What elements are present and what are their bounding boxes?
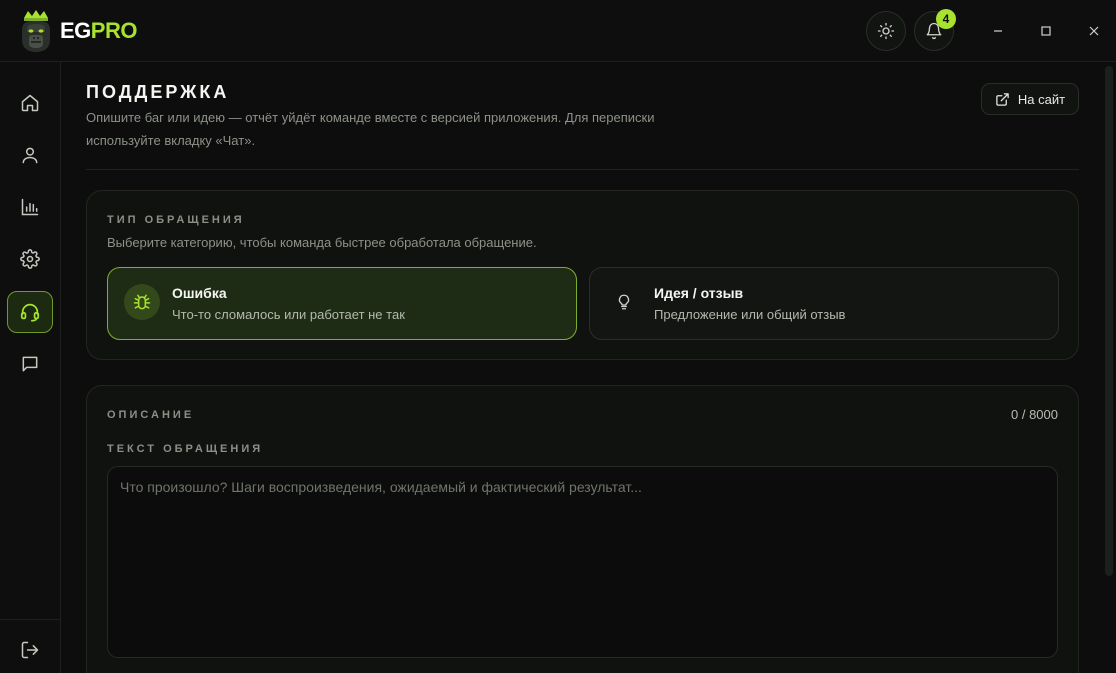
logout-button[interactable] bbox=[7, 629, 53, 671]
sidebar-item-stats[interactable] bbox=[7, 186, 53, 228]
lightbulb-icon bbox=[606, 284, 642, 320]
sidebar-item-chat[interactable] bbox=[7, 343, 53, 385]
description-card: ОПИСАНИЕ 0 / 8000 ТЕКСТ ОБРАЩЕНИЯ bbox=[86, 385, 1079, 673]
main-content: ПОДДЕРЖКА Опишите баг или идею — отчёт у… bbox=[62, 62, 1102, 673]
external-link-icon bbox=[996, 92, 1009, 106]
sidebar-nav bbox=[0, 62, 61, 673]
request-text-label: ТЕКСТ ОБРАЩЕНИЯ bbox=[107, 443, 264, 455]
minimize-icon bbox=[994, 30, 1002, 32]
open-site-label: На сайт bbox=[1017, 91, 1066, 107]
home-icon bbox=[21, 94, 39, 112]
close-icon bbox=[1089, 26, 1099, 36]
app-logo-text: EGPRO bbox=[60, 18, 137, 44]
description-label: ОПИСАНИЕ bbox=[107, 409, 195, 421]
logo-text-pro: PRO bbox=[90, 18, 138, 43]
page-subtitle: Опишите баг или идею — отчёт уйдёт коман… bbox=[86, 110, 655, 148]
sidebar-item-settings[interactable] bbox=[7, 238, 53, 280]
logo-text-eg: EG bbox=[60, 18, 91, 43]
gear-icon bbox=[20, 249, 40, 269]
request-text-input[interactable] bbox=[107, 466, 1058, 658]
headset-icon bbox=[20, 303, 40, 322]
sidebar-divider bbox=[0, 619, 60, 620]
notifications-count-badge: 4 bbox=[936, 9, 956, 29]
request-type-hint: Выберите категорию, чтобы команда быстре… bbox=[107, 235, 537, 250]
char-counter: 0 / 8000 bbox=[1011, 407, 1058, 422]
request-type-card: ТИП ОБРАЩЕНИЯ Выберите категорию, чтобы … bbox=[86, 190, 1079, 360]
notifications-button[interactable]: 4 bbox=[914, 9, 956, 51]
maximize-icon bbox=[1041, 26, 1051, 36]
page-title: ПОДДЕРЖКА bbox=[86, 82, 230, 102]
type-option-idea[interactable]: Идея / отзыв Предложение или общий отзыв bbox=[589, 267, 1059, 340]
sidebar-item-profile[interactable] bbox=[7, 134, 53, 176]
user-icon bbox=[22, 147, 38, 164]
app-window: EGPRO 4 ПОДДЕРЖКА Опишите баг или идею —… bbox=[0, 0, 1116, 673]
main-scrollbar[interactable] bbox=[1105, 66, 1113, 576]
sidebar-item-home[interactable] bbox=[7, 82, 53, 124]
chat-icon bbox=[22, 356, 38, 372]
title-bar: EGPRO 4 bbox=[0, 0, 1116, 62]
sun-icon bbox=[877, 22, 895, 40]
minimize-button[interactable] bbox=[989, 22, 1007, 40]
type-option-title: Идея / отзыв bbox=[654, 285, 744, 301]
gorilla-logo-icon bbox=[18, 8, 54, 54]
logout-icon bbox=[21, 641, 39, 659]
type-option-bug[interactable]: Ошибка Что-то сломалось или работает не … bbox=[107, 267, 577, 340]
maximize-button[interactable] bbox=[1037, 22, 1055, 40]
type-option-desc: Предложение или общий отзыв bbox=[654, 307, 846, 322]
bug-icon bbox=[124, 284, 160, 320]
type-option-desc: Что-то сломалось или работает не так bbox=[172, 307, 405, 322]
header-divider bbox=[86, 169, 1079, 170]
close-button[interactable] bbox=[1085, 22, 1103, 40]
stats-icon bbox=[21, 198, 39, 216]
open-site-button[interactable]: На сайт bbox=[981, 83, 1079, 115]
theme-toggle-button[interactable] bbox=[866, 11, 906, 51]
sidebar-item-support[interactable] bbox=[7, 291, 53, 333]
request-type-label: ТИП ОБРАЩЕНИЯ bbox=[107, 214, 245, 226]
type-option-title: Ошибка bbox=[172, 285, 227, 301]
